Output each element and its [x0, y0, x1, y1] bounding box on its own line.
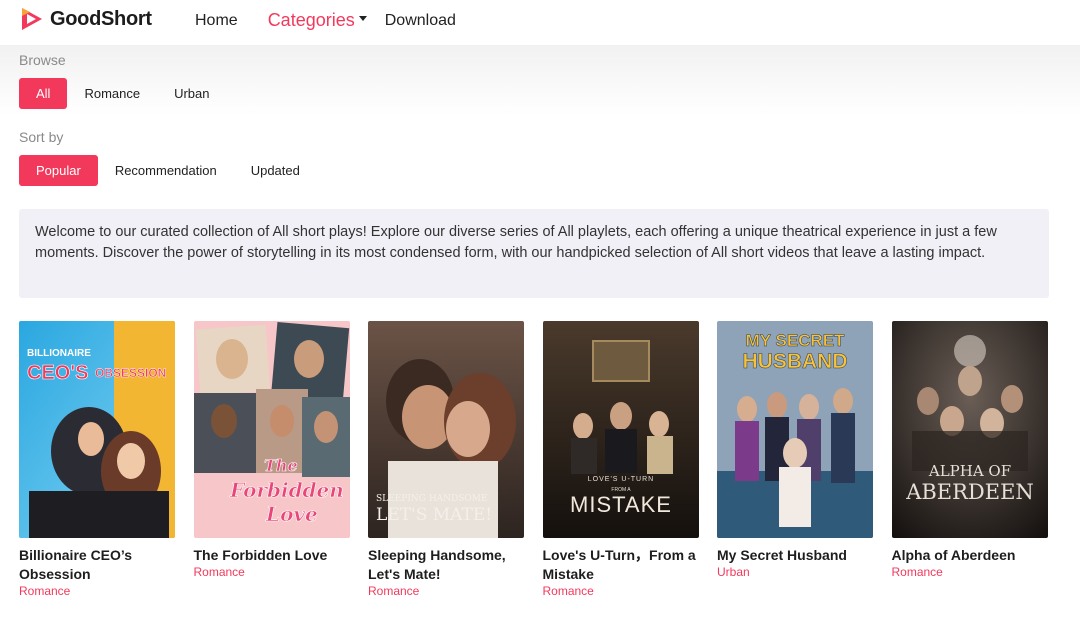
- brand-logo[interactable]: GoodShort: [19, 6, 152, 32]
- drama-genre-tag[interactable]: Romance: [892, 565, 1048, 579]
- category-description: Welcome to our curated collection of All…: [19, 209, 1049, 298]
- drama-title[interactable]: My Secret Husband: [717, 546, 873, 565]
- drama-genre-tag[interactable]: Romance: [19, 584, 175, 598]
- nav-categories[interactable]: Categories: [268, 10, 367, 31]
- drama-card[interactable]: ALPHA OF ABERDEEN Alpha of Aberdeen Roma…: [891, 321, 1048, 598]
- drama-card[interactable]: The Forbidden Love The Forbidden Love Ro…: [193, 321, 350, 598]
- browse-chip-romance[interactable]: Romance: [67, 78, 157, 109]
- caret-down-icon: [358, 16, 367, 21]
- poster-text: The: [264, 456, 298, 475]
- poster-text: MISTAKE: [570, 492, 672, 517]
- drama-poster[interactable]: BILLIONAIRE CEO'S OBSESSION: [19, 321, 175, 538]
- drama-poster[interactable]: ALPHA OF ABERDEEN: [891, 321, 1048, 538]
- drama-title[interactable]: Alpha of Aberdeen: [892, 546, 1048, 565]
- drama-title[interactable]: Sleeping Handsome, Let's Mate!: [368, 546, 524, 584]
- main-nav: Home Categories Download: [195, 10, 486, 31]
- browse-chip-urban[interactable]: Urban: [157, 78, 226, 109]
- drama-grid: BILLIONAIRE CEO'S OBSESSION Billionaire …: [19, 321, 1048, 598]
- nav-home[interactable]: Home: [195, 12, 238, 30]
- poster-text: HUSBAND: [743, 350, 848, 373]
- poster-text: CEO'S: [27, 362, 88, 384]
- drama-genre-tag[interactable]: Romance: [543, 584, 699, 598]
- nav-download[interactable]: Download: [385, 12, 456, 30]
- drama-card[interactable]: MY SECRET HUSBAND My Secret Husband Urba…: [717, 321, 873, 598]
- poster-text: ABERDEEN: [905, 480, 1034, 504]
- poster-text: Forbidden: [229, 478, 344, 502]
- drama-genre-tag[interactable]: Romance: [368, 584, 524, 598]
- sort-chip-updated[interactable]: Updated: [234, 155, 317, 186]
- drama-card[interactable]: BILLIONAIRE CEO'S OBSESSION Billionaire …: [19, 321, 175, 598]
- poster-text: LET'S MATE!: [376, 505, 492, 525]
- sort-chip-popular[interactable]: Popular: [19, 155, 98, 186]
- sort-filter: Popular Recommendation Updated: [19, 155, 317, 186]
- poster-text: SLEEPING HANDSOME: [376, 494, 488, 504]
- drama-title[interactable]: Billionaire CEO’s Obsession: [19, 546, 175, 584]
- drama-title[interactable]: Love's U-Turn，From a Mistake: [543, 546, 699, 584]
- poster-text: BILLIONAIRE: [27, 348, 91, 359]
- sort-label: Sort by: [19, 129, 64, 145]
- browse-filter: All Romance Urban: [19, 78, 227, 109]
- drama-genre-tag[interactable]: Romance: [194, 565, 350, 579]
- browse-label: Browse: [19, 52, 66, 68]
- drama-card[interactable]: SLEEPING HANDSOME LET'S MATE! Sleeping H…: [368, 321, 524, 598]
- poster-text: LOVE'S U-TURN: [587, 476, 653, 483]
- brand-name: GoodShort: [50, 7, 152, 30]
- sort-chip-recommendation[interactable]: Recommendation: [98, 155, 234, 186]
- top-header: GoodShort Home Categories Download: [0, 0, 1080, 45]
- poster-text: ALPHA OF: [927, 462, 1010, 480]
- drama-poster[interactable]: SLEEPING HANDSOME LET'S MATE!: [368, 321, 524, 538]
- drama-genre-tag[interactable]: Urban: [717, 565, 873, 579]
- poster-text: OBSESSION: [95, 366, 166, 380]
- drama-poster[interactable]: LOVE'S U-TURN FROM A MISTAKE: [542, 321, 699, 538]
- drama-title[interactable]: The Forbidden Love: [194, 546, 350, 565]
- drama-poster[interactable]: MY SECRET HUSBAND: [717, 321, 873, 538]
- poster-text: MY SECRET: [746, 331, 845, 350]
- drama-card[interactable]: LOVE'S U-TURN FROM A MISTAKE Love's U-Tu…: [542, 321, 699, 598]
- poster-text: Love: [265, 502, 318, 526]
- goodshort-logo-icon: [22, 8, 42, 30]
- nav-categories-label: Categories: [267, 10, 355, 30]
- browse-chip-all[interactable]: All: [19, 78, 68, 109]
- drama-poster[interactable]: The Forbidden Love: [193, 321, 350, 538]
